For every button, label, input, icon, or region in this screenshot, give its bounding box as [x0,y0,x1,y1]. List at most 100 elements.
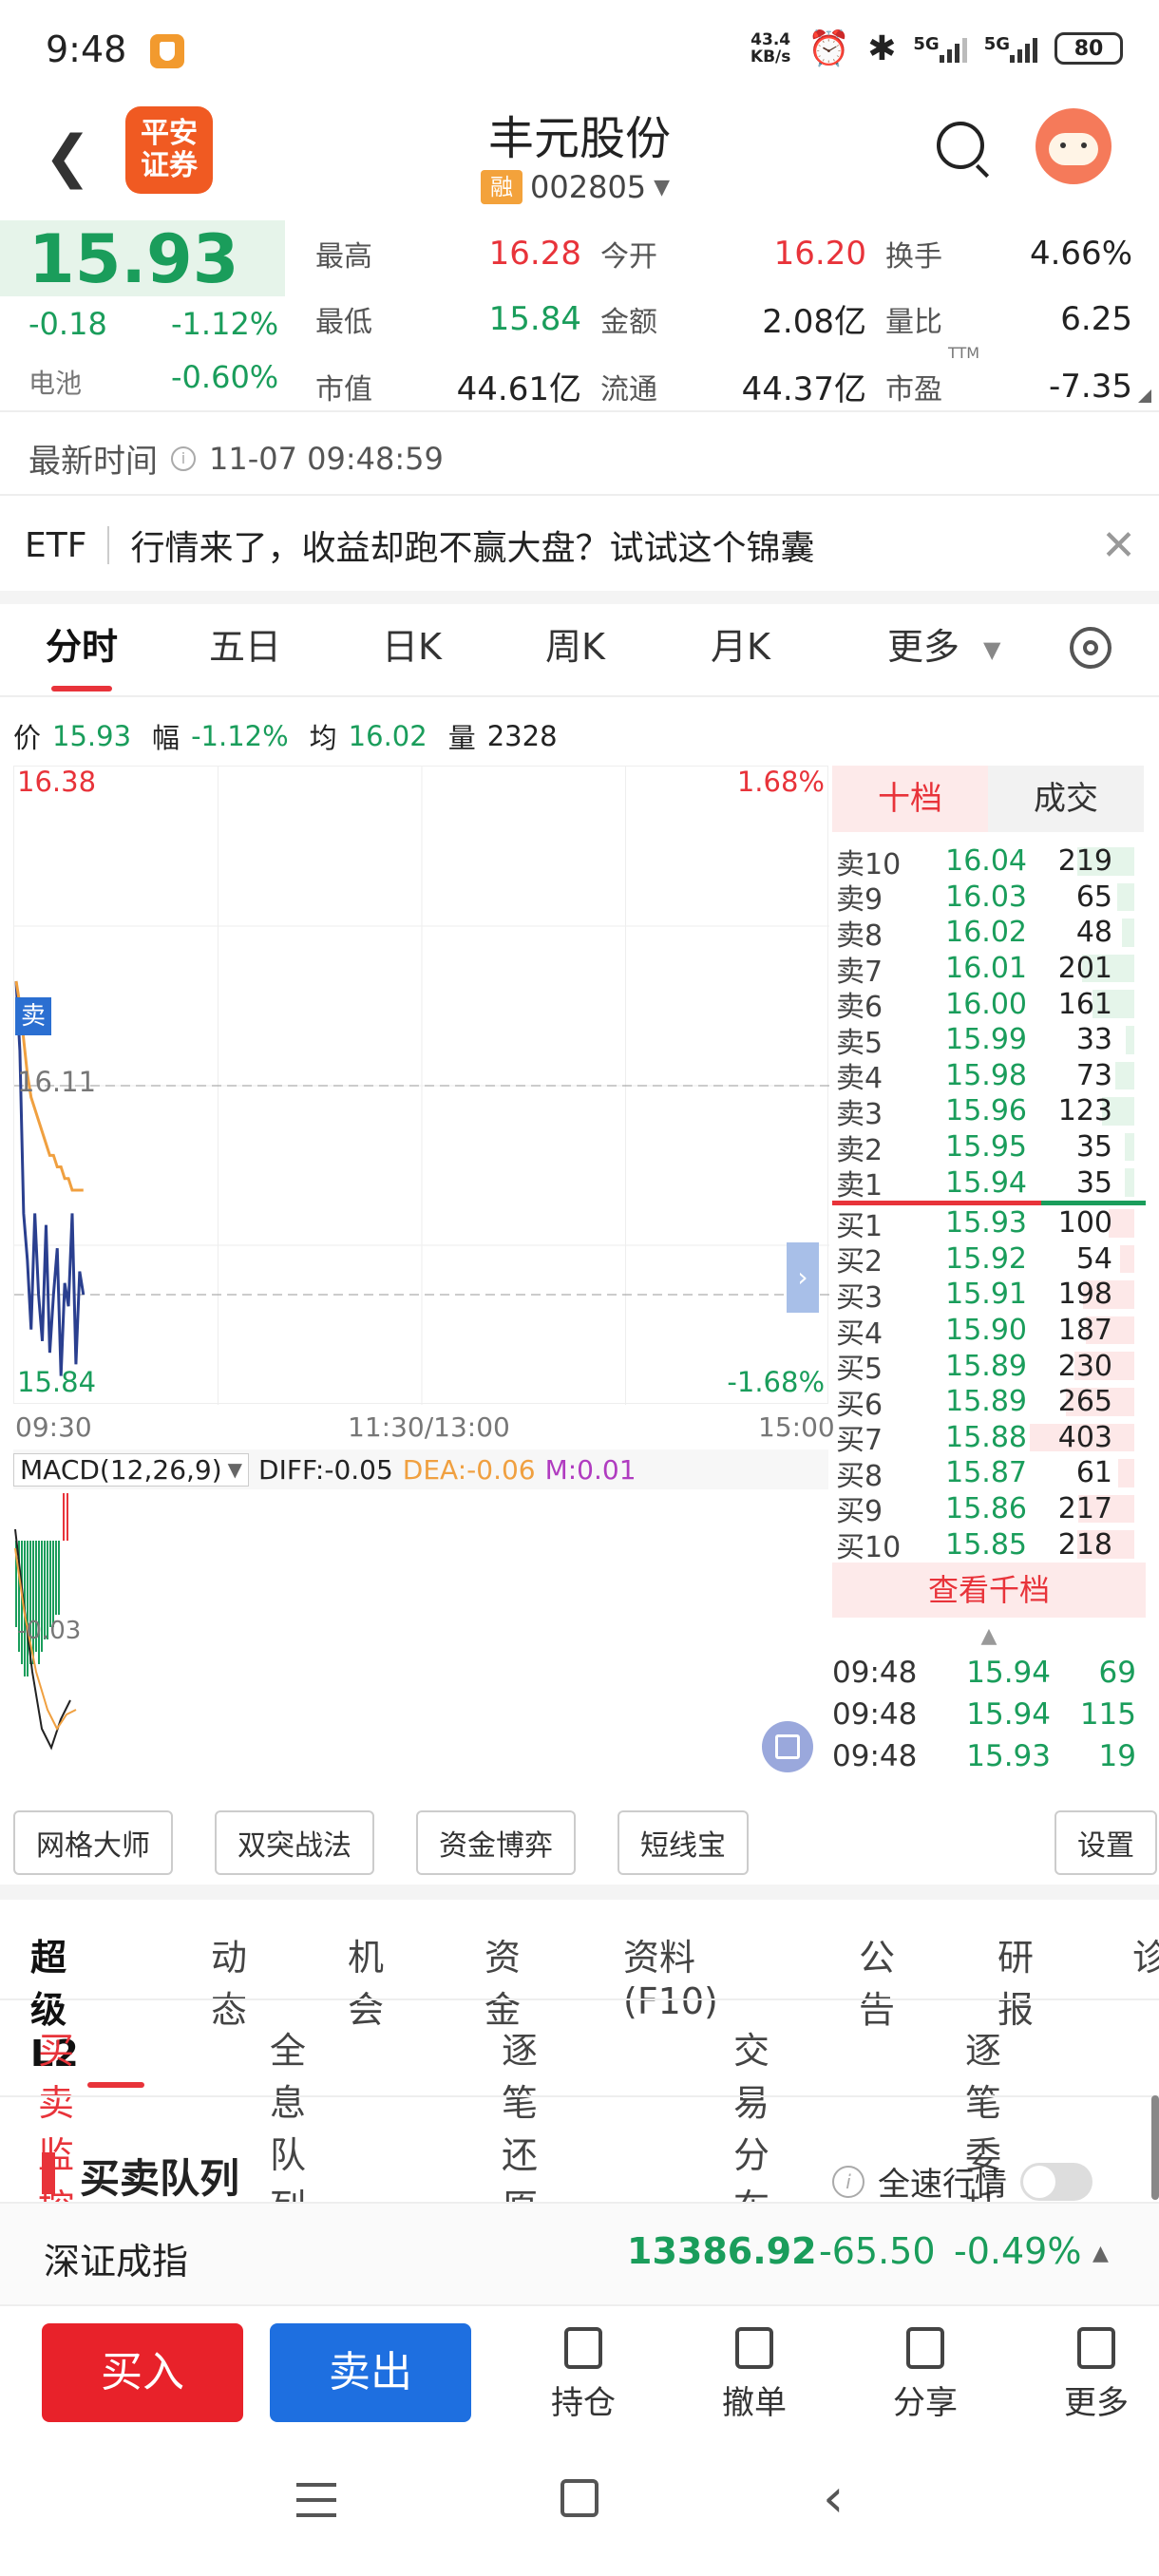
tool-button[interactable]: 资金博弈 [416,1810,576,1875]
tool-button[interactable]: 网格大师 [13,1810,173,1875]
scrollbar[interactable] [1151,2095,1159,2200]
stock-code-selector[interactable]: 融 002805 ▼ [481,169,670,205]
chart-tab[interactable]: 日K [382,617,442,670]
bottom-action-label: 持仓 [551,2384,616,2422]
tab-trades[interactable]: 成交 [988,766,1144,832]
sell-button[interactable]: 卖出 [270,2323,471,2422]
price-line [14,980,86,1376]
bid-row[interactable]: 买10 15.85 218 [832,1526,1146,1564]
section-tab[interactable]: 研报 [998,1928,1034,2033]
ask-row[interactable]: 卖6 16.00 161 [832,986,1146,1024]
tool-button[interactable]: 短线宝 [618,1810,749,1875]
quote-field-value: 16.28 [488,235,581,273]
bid-row[interactable]: 买9 15.86 217 [832,1491,1146,1528]
level-volume: 65 [1075,880,1112,914]
bottom-action-cancel-order[interactable]: 撤单 [669,2327,840,2423]
info-icon[interactable]: i [832,2165,864,2198]
quote-field-value: 4.66% [1029,235,1132,273]
sell-marker[interactable]: 卖 [15,997,51,1035]
close-icon[interactable]: ✕ [1101,521,1136,570]
bid-row[interactable]: 买1 15.93 100 [832,1205,1146,1243]
view-more-levels-button[interactable]: 查看千档 [832,1562,1146,1618]
volume-bar [1109,1208,1134,1238]
section-tab[interactable]: 动态 [211,1928,247,2033]
bid-row[interactable]: 买5 15.89 230 [832,1348,1146,1386]
sub-tab[interactable]: 交易分布 [733,2021,770,2230]
buy-button[interactable]: 买入 [42,2323,243,2422]
back-nav-icon[interactable]: ‹ [823,2468,844,2529]
section-tab[interactable]: 机会 [348,1928,384,2033]
volume-bar [1118,1459,1134,1487]
bid-row[interactable]: 买3 15.91 198 [832,1277,1146,1315]
sub-tab[interactable]: 逐笔还原 [502,2021,538,2230]
quote-field-value: 2.08亿 [762,303,866,341]
tools-settings-button[interactable]: 设置 [1054,1810,1157,1875]
chevron-down-icon[interactable]: ▼ [983,636,1000,663]
ask-row[interactable]: 卖1 15.94 35 [832,1165,1146,1203]
bid-row[interactable]: 买2 15.92 54 [832,1241,1146,1279]
ask-row[interactable]: 卖8 16.02 48 [832,915,1146,953]
gear-icon[interactable] [1070,627,1112,669]
bottom-action-holdings[interactable]: 持仓 [498,2327,669,2423]
expand-corner-icon[interactable] [1138,389,1151,403]
avg-value: 16.02 [348,720,428,752]
section-tab[interactable]: 公告 [859,1928,895,2033]
vol-label: 量 [447,722,476,754]
chart-tab[interactable]: 更多 [887,617,960,670]
quote-field: 流通 44.37亿 [600,363,885,409]
section-tab[interactable]: 资金 [484,1928,521,2033]
divider [0,494,1159,496]
avatar[interactable] [1036,108,1112,184]
y-axis-top: 16.38 [17,766,97,798]
bottom-action-more[interactable]: 更多 [1011,2327,1159,2423]
tool-button[interactable]: 双突战法 [215,1810,374,1875]
macd-chart[interactable] [13,1491,828,1790]
ask-row[interactable]: 卖9 16.03 65 [832,880,1146,917]
update-time-row: 最新时间 i 11-07 09:48:59 [28,435,444,482]
update-time: 11-07 09:48:59 [209,440,444,477]
sector-name[interactable]: 电池 [28,363,82,401]
section-tab[interactable]: 诊 [1132,1928,1159,1980]
signal-1: 5G [913,34,967,63]
bid-row[interactable]: 买4 15.90 187 [832,1313,1146,1351]
chevron-up-icon[interactable]: ▲ [1092,2242,1109,2265]
ask-row[interactable]: 卖2 15.95 35 [832,1129,1146,1167]
chevron-up-icon[interactable]: ▲ [832,1618,1146,1652]
tab-ten-levels[interactable]: 十档 [832,766,988,832]
ask-row[interactable]: 卖3 15.96 123 [832,1093,1146,1131]
shield-app-icon [150,34,184,68]
macd-diff: DIFF:-0.05 [258,1453,393,1486]
ask-row[interactable]: 卖5 15.99 33 [832,1022,1146,1060]
menu-nav-icon[interactable] [296,2483,336,2517]
chart-tab[interactable]: 分时 [46,617,118,670]
ask-row[interactable]: 卖4 15.98 73 [832,1058,1146,1095]
quote-field-label: 市盈 [885,372,942,407]
info-icon[interactable]: i [171,445,196,471]
sub-tab[interactable]: 买卖监控 [38,2021,74,2230]
chart-tab[interactable]: 周K [545,617,605,670]
fast-quote-toggle[interactable] [1020,2162,1092,2201]
section-tab[interactable]: 资料(F10) [623,1928,718,2022]
macd-bar [49,1541,51,1627]
level-price: 16.03 [945,880,1027,914]
macd-bar [52,1541,54,1627]
ask-row[interactable]: 卖7 16.01 201 [832,951,1146,989]
chart-tab[interactable]: 月K [711,617,770,670]
level-price: 16.00 [945,987,1027,1021]
level-volume: 217 [1057,1491,1112,1525]
quote-field: 金额 2.08亿 [600,295,885,342]
ask-row[interactable]: 卖10 16.04 219 [832,843,1146,881]
bid-row[interactable]: 买6 15.89 265 [832,1384,1146,1422]
bottom-action-share[interactable]: 分享 [840,2327,1011,2423]
bid-row[interactable]: 买7 15.88 403 [832,1420,1146,1457]
fullscreen-icon[interactable] [762,1721,813,1772]
chevron-right-icon[interactable]: › [787,1242,819,1313]
bid-row[interactable]: 买8 15.87 61 [832,1455,1146,1493]
home-nav-icon[interactable] [560,2479,598,2517]
search-icon[interactable] [937,122,990,179]
intraday-chart[interactable] [13,766,829,1405]
sub-tab[interactable]: 全息队列 [270,2021,306,2230]
chart-tab[interactable]: 五日 [209,617,281,670]
etf-banner[interactable]: ETF 行情来了，收益却跑不赢大盘？试试这个锦囊 ✕ [25,521,1136,570]
macd-selector[interactable]: MACD(12,26,9) ▼ [13,1452,250,1487]
